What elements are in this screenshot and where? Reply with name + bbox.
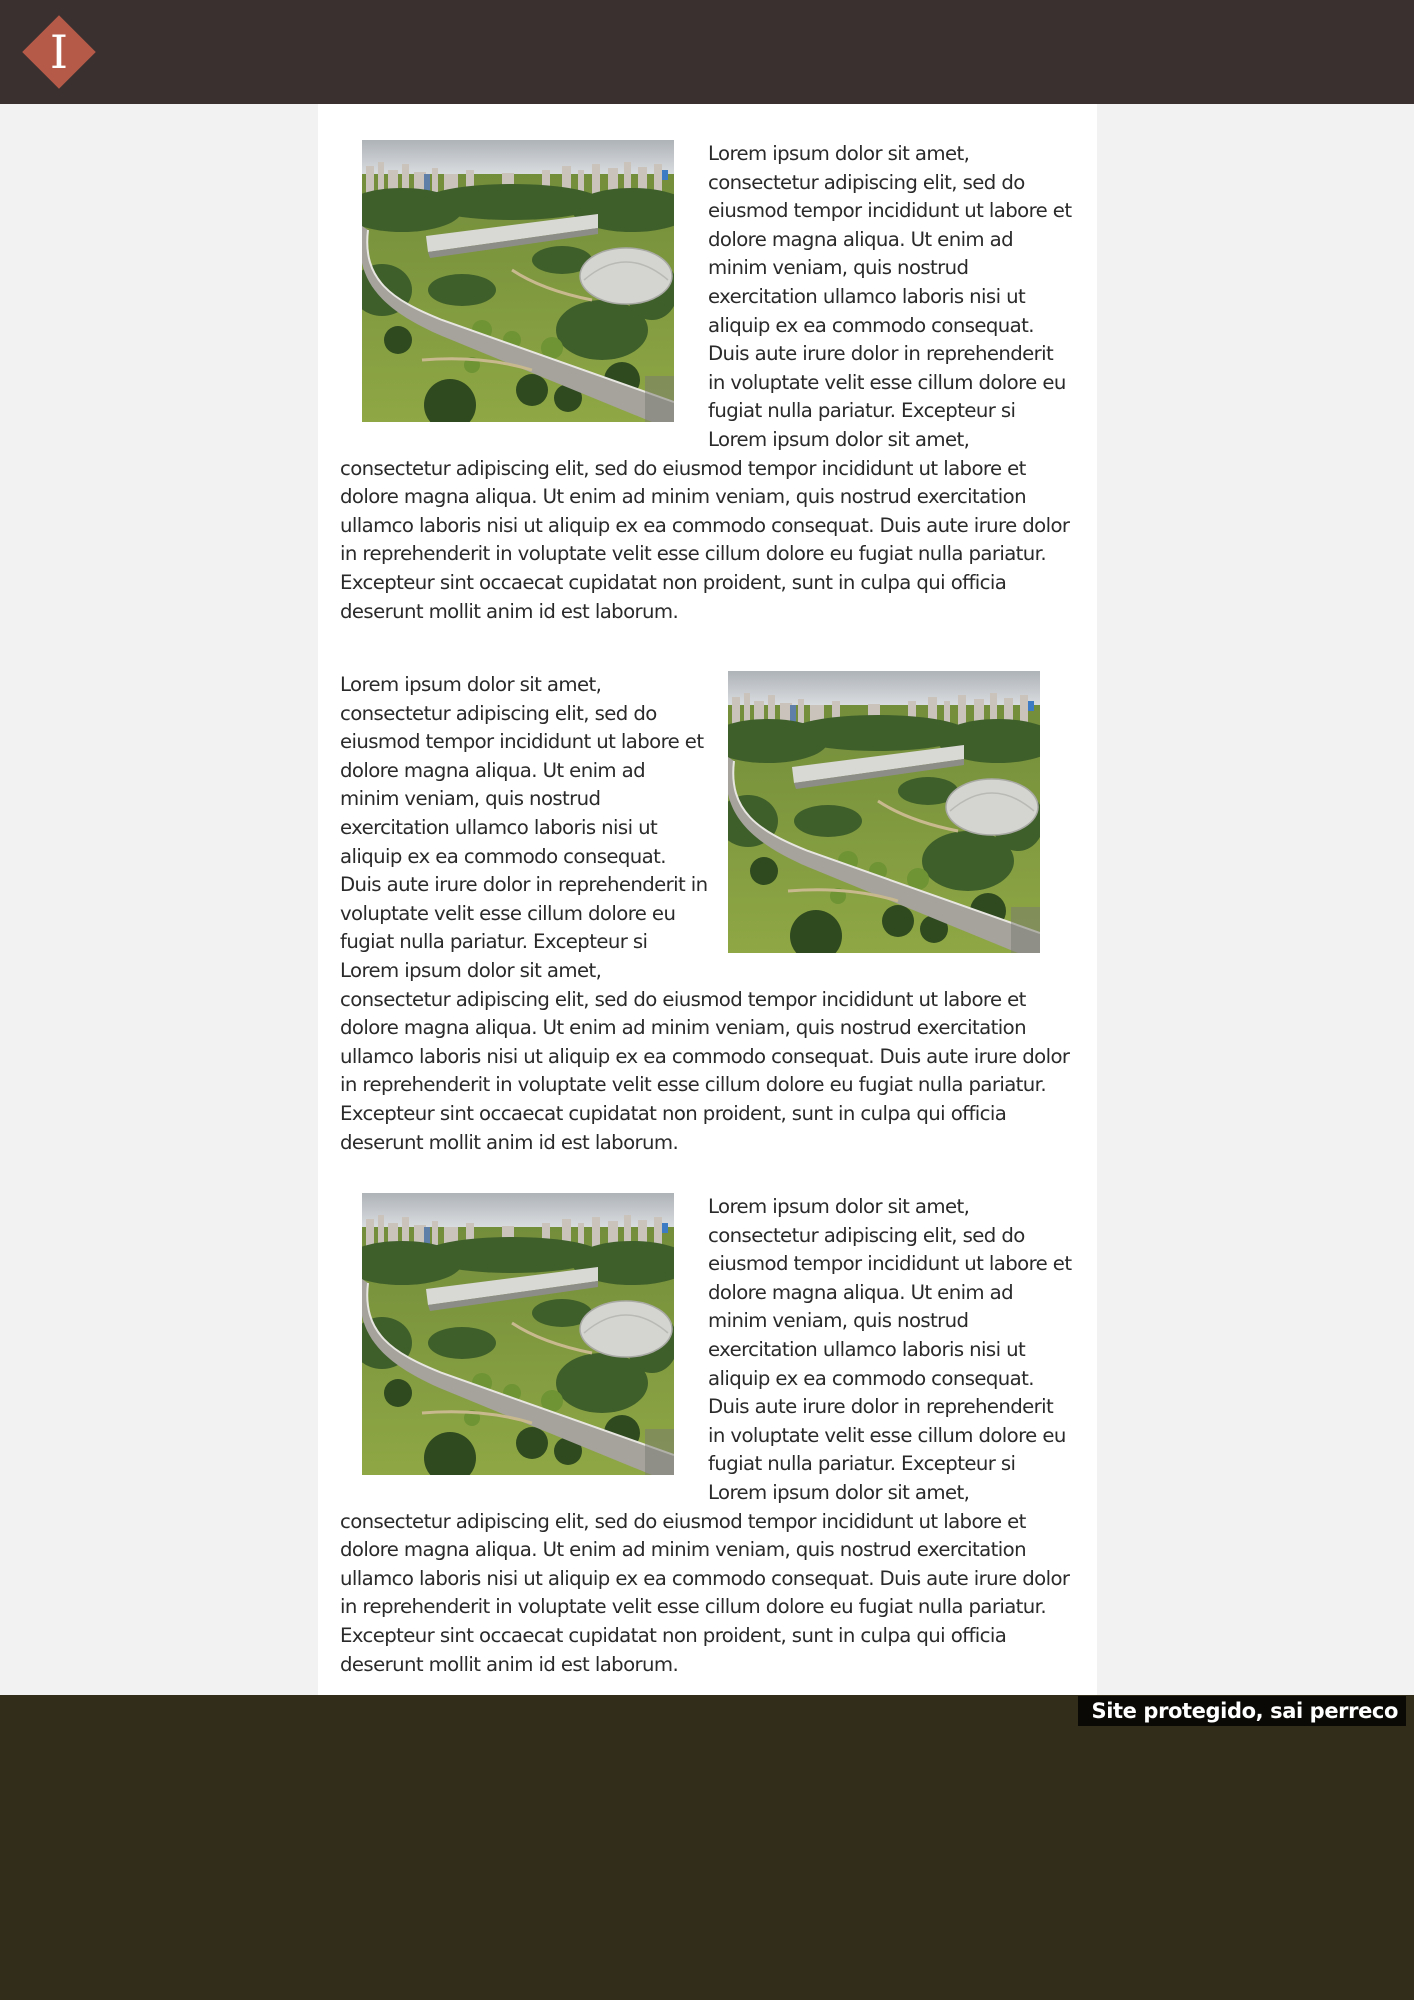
top-navigation-bar: I <box>0 0 1414 104</box>
article-body-text: Lorem ipsum dolor sit amet, consectetur … <box>340 958 1070 1154</box>
aerial-park-photo <box>362 140 674 422</box>
main-content: Lorem ipsum dolor sit amet, consectetur … <box>318 104 1097 1695</box>
article-section: Lorem ipsum dolor sit amet, consectetur … <box>340 140 1075 626</box>
aerial-park-photo <box>728 671 1040 953</box>
article-section: Lorem ipsum dolor sit amet, consectetur … <box>340 671 1075 1157</box>
article-section: Lorem ipsum dolor sit amet, consectetur … <box>340 1193 1075 1679</box>
article-body-text: Lorem ipsum dolor sit amet, consectetur … <box>340 427 1070 623</box>
site-protected-badge: Site protegido, sai perreco <box>1077 1696 1406 1726</box>
article-body-text: Lorem ipsum dolor sit amet, consectetur … <box>340 1480 1070 1676</box>
page-footer: Site protegido, sai perreco <box>0 1695 1414 2000</box>
aerial-park-photo <box>362 1193 674 1475</box>
site-logo[interactable]: I <box>22 15 96 89</box>
logo-letter: I <box>49 25 69 79</box>
